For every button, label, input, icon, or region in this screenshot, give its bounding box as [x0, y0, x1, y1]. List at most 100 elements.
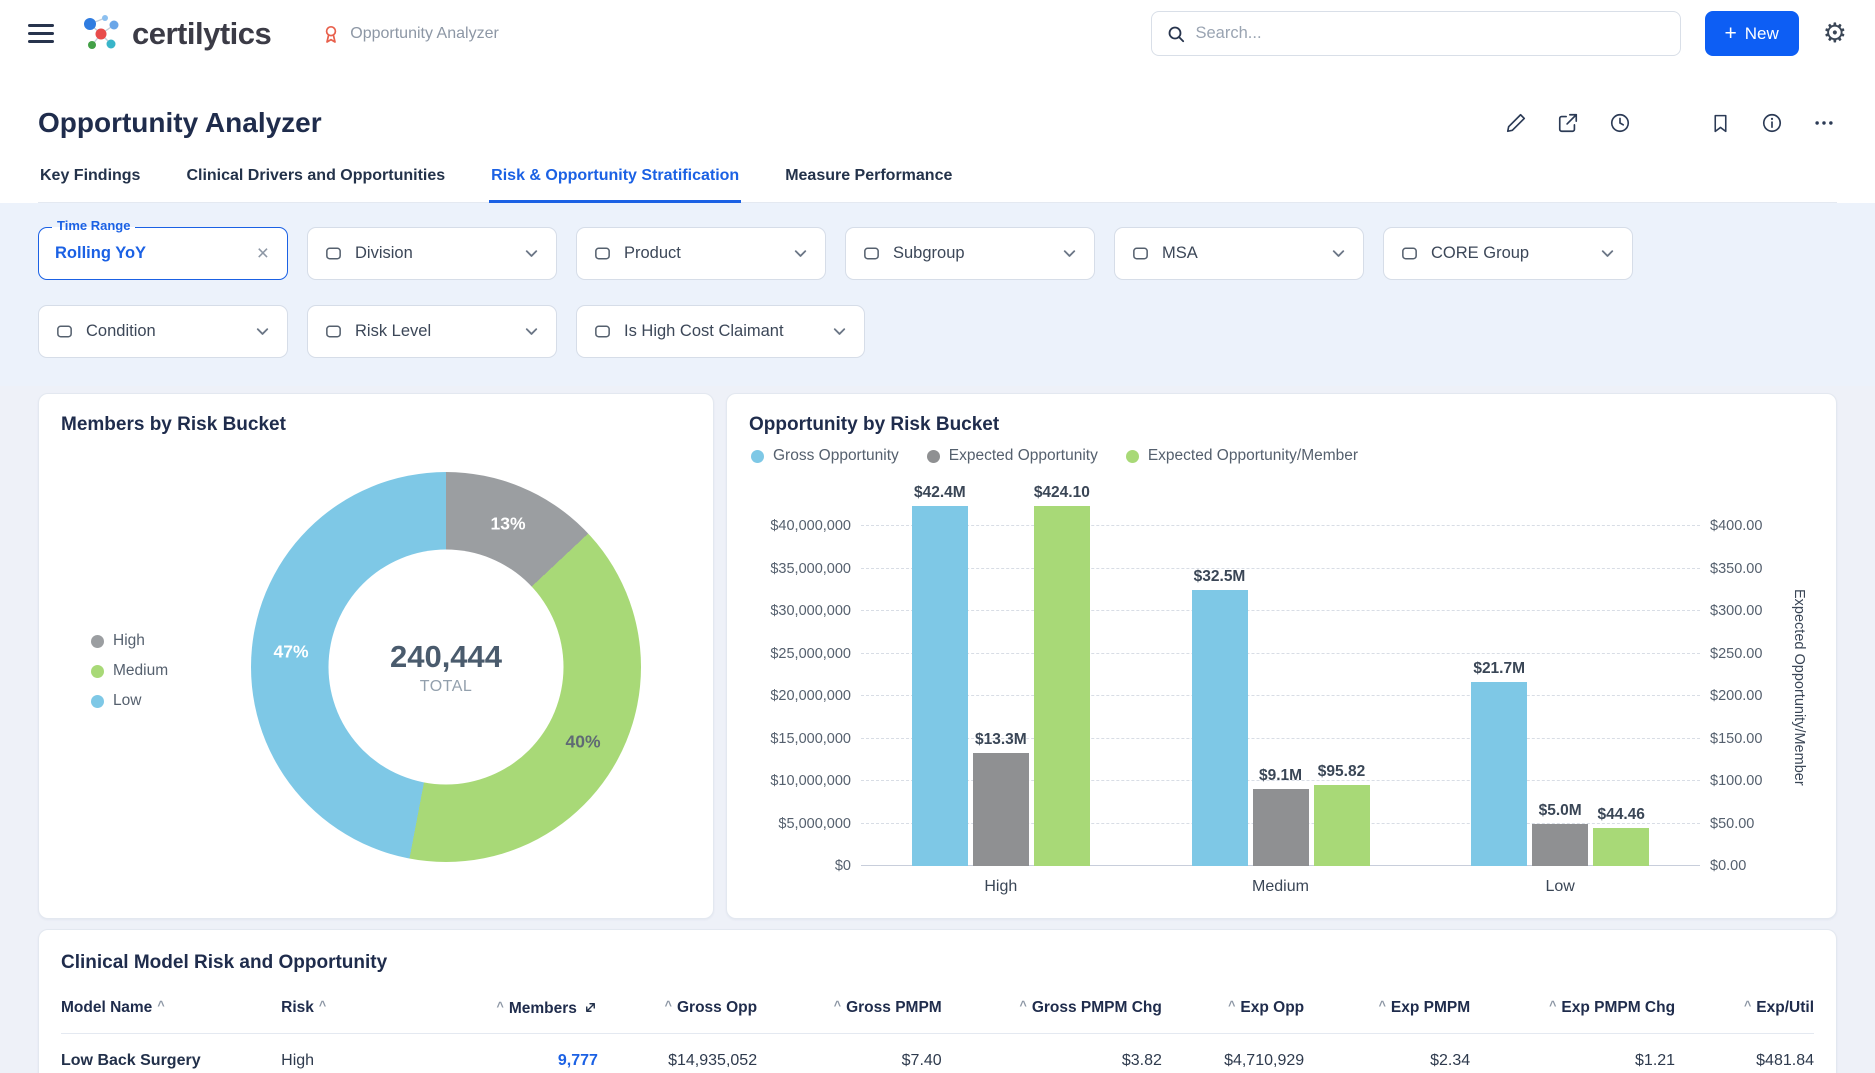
bar-expected-opportunity-high[interactable]: $13.3M	[973, 753, 1029, 866]
tag-icon	[55, 322, 74, 341]
column-header-gross-pmpm-chg[interactable]: ^Gross PMPM Chg	[942, 984, 1162, 1034]
bar-value-label: $9.1M	[1259, 767, 1302, 785]
main-content: Members by Risk Bucket HighMediumLow 240…	[0, 386, 1875, 1073]
column-header-exp-util[interactable]: ^Exp/Util	[1675, 984, 1814, 1034]
search-box[interactable]	[1151, 11, 1681, 56]
filter-core-group[interactable]: CORE Group	[1383, 227, 1633, 280]
bar-group-low: $21.7M$5.0M$44.46	[1420, 474, 1700, 866]
tag-icon	[593, 244, 612, 263]
filter-subgroup[interactable]: Subgroup	[845, 227, 1095, 280]
external-link-icon[interactable]	[1555, 110, 1581, 136]
tab-clinical-drivers-and-opportunities[interactable]: Clinical Drivers and Opportunities	[184, 167, 447, 203]
y-axis-tick-left: $30,000,000	[770, 602, 851, 620]
time-range-filter[interactable]: Time Range Rolling YoY ×	[38, 227, 288, 280]
bar-expected-opportunity-member-low[interactable]: $44.46	[1593, 828, 1649, 866]
legend-item-gross-opportunity[interactable]: Gross Opportunity	[751, 447, 899, 465]
column-header-exp-pmpm-chg[interactable]: ^Exp PMPM Chg	[1470, 984, 1675, 1034]
cell-model-name: Low Back Surgery	[61, 1034, 281, 1073]
new-button-label: New	[1745, 24, 1779, 44]
menu-icon[interactable]	[28, 24, 54, 43]
y-axis-tick-right: $400.00	[1710, 517, 1762, 535]
filter-is-high-cost-claimant[interactable]: Is High Cost Claimant	[576, 305, 865, 358]
bar-value-label: $32.5M	[1194, 568, 1246, 586]
bar-value-label: $95.82	[1318, 763, 1365, 781]
tag-icon	[593, 322, 612, 341]
y-axis-tick-right: $200.00	[1710, 687, 1762, 705]
edit-icon[interactable]	[1503, 110, 1529, 136]
tab-measure-performance[interactable]: Measure Performance	[783, 167, 954, 203]
table-row: Low Back SurgeryHigh9,777$14,935,052$7.4…	[61, 1034, 1814, 1073]
bar-expected-opportunity-medium[interactable]: $9.1M	[1253, 789, 1309, 866]
filter-condition[interactable]: Condition	[38, 305, 288, 358]
logo[interactable]: certilytics	[78, 12, 271, 56]
slice-label-medium: 40%	[565, 732, 600, 753]
bar-expected-opportunity-member-medium[interactable]: $95.82	[1314, 785, 1370, 866]
y-axis-tick-right: $250.00	[1710, 645, 1762, 663]
tag-icon	[324, 322, 343, 341]
filter-row-2: Condition Risk Level Is High Cost Claimant	[38, 305, 1837, 358]
bar-card-title: Opportunity by Risk Bucket	[749, 414, 1814, 436]
bar-expected-opportunity-member-high[interactable]: $424.10	[1034, 506, 1090, 866]
filter-label: MSA	[1162, 244, 1318, 263]
members-link[interactable]: 9,777	[558, 1052, 598, 1069]
donut-legend: High Medium Low	[91, 632, 168, 710]
search-icon	[1166, 24, 1186, 44]
tag-icon	[862, 244, 881, 263]
column-header-gross-pmpm[interactable]: ^Gross PMPM	[757, 984, 942, 1034]
column-header-model-name[interactable]: Model Name^	[61, 984, 281, 1034]
column-header-exp-pmpm[interactable]: ^Exp PMPM	[1304, 984, 1470, 1034]
cell-exp-util: $481.84	[1675, 1034, 1814, 1073]
chevron-down-icon	[792, 245, 809, 262]
search-input[interactable]	[1196, 24, 1666, 43]
plot-area: $42.4M$13.3M$424.10$32.5M$9.1M$95.82$21.…	[861, 474, 1700, 900]
chevron-down-icon	[254, 323, 271, 340]
column-header-gross-opp[interactable]: ^Gross Opp	[598, 984, 757, 1034]
bar-gross-opportunity-medium[interactable]: $32.5M	[1192, 590, 1248, 866]
sort-caret-icon: ^	[1549, 999, 1556, 1013]
y-axis-tick-right: $0.00	[1710, 857, 1746, 875]
more-options-icon[interactable]	[1811, 110, 1837, 136]
gear-icon[interactable]: ⚙	[1823, 20, 1847, 47]
donut-card-title: Members by Risk Bucket	[61, 414, 691, 436]
table-title: Clinical Model Risk and Opportunity	[61, 952, 1814, 974]
column-header-risk[interactable]: Risk^	[281, 984, 413, 1034]
bookmark-icon[interactable]	[1707, 110, 1733, 136]
filter-risk-level[interactable]: Risk Level	[307, 305, 557, 358]
bar-value-label: $5.0M	[1539, 802, 1582, 820]
cell-gross-pmpm: $7.40	[757, 1034, 942, 1073]
clear-filter-icon[interactable]: ×	[255, 243, 271, 264]
y-axis-tick-left: $0	[835, 857, 851, 875]
sort-caret-icon: ^	[834, 999, 841, 1013]
bar-gross-opportunity-high[interactable]: $42.4M	[912, 506, 968, 866]
legend-item-expected-opportunity-member[interactable]: Expected Opportunity/Member	[1126, 447, 1358, 465]
breadcrumb-label: Opportunity Analyzer	[350, 25, 499, 43]
filter-msa[interactable]: MSA	[1114, 227, 1364, 280]
clinical-model-table-card: Clinical Model Risk and Opportunity Mode…	[38, 929, 1837, 1073]
bar-gross-opportunity-low[interactable]: $21.7M	[1471, 682, 1527, 866]
chevron-down-icon	[831, 323, 848, 340]
column-header-exp-opp[interactable]: ^Exp Opp	[1162, 984, 1304, 1034]
filter-label: Condition	[86, 322, 242, 341]
tab-risk-opportunity-stratification[interactable]: Risk & Opportunity Stratification	[489, 167, 741, 203]
donut-chart[interactable]	[251, 472, 641, 862]
legend-item-high[interactable]: High	[91, 632, 168, 650]
legend-item-expected-opportunity[interactable]: Expected Opportunity	[927, 447, 1098, 465]
clinical-model-table: Model Name^Risk^^Members^Gross Opp^Gross…	[61, 984, 1814, 1073]
cell-members[interactable]: 9,777	[413, 1034, 598, 1073]
tab-key-findings[interactable]: Key Findings	[38, 167, 142, 203]
legend-dot	[927, 450, 940, 463]
info-icon[interactable]	[1759, 110, 1785, 136]
bar-expected-opportunity-low[interactable]: $5.0M	[1532, 824, 1588, 867]
legend-item-medium[interactable]: Medium	[91, 662, 168, 680]
filter-division[interactable]: Division	[307, 227, 557, 280]
history-clock-icon[interactable]	[1607, 110, 1633, 136]
tab-bar: Key Findings Clinical Drivers and Opportu…	[38, 167, 1837, 203]
filter-product[interactable]: Product	[576, 227, 826, 280]
legend-item-low[interactable]: Low	[91, 692, 168, 710]
logo-icon	[78, 12, 124, 56]
sort-caret-icon: ^	[1020, 999, 1027, 1013]
column-header-members[interactable]: ^Members	[413, 984, 598, 1034]
legend-dot	[91, 695, 104, 708]
breadcrumb[interactable]: Opportunity Analyzer	[321, 24, 499, 44]
new-button[interactable]: + New	[1705, 11, 1799, 56]
